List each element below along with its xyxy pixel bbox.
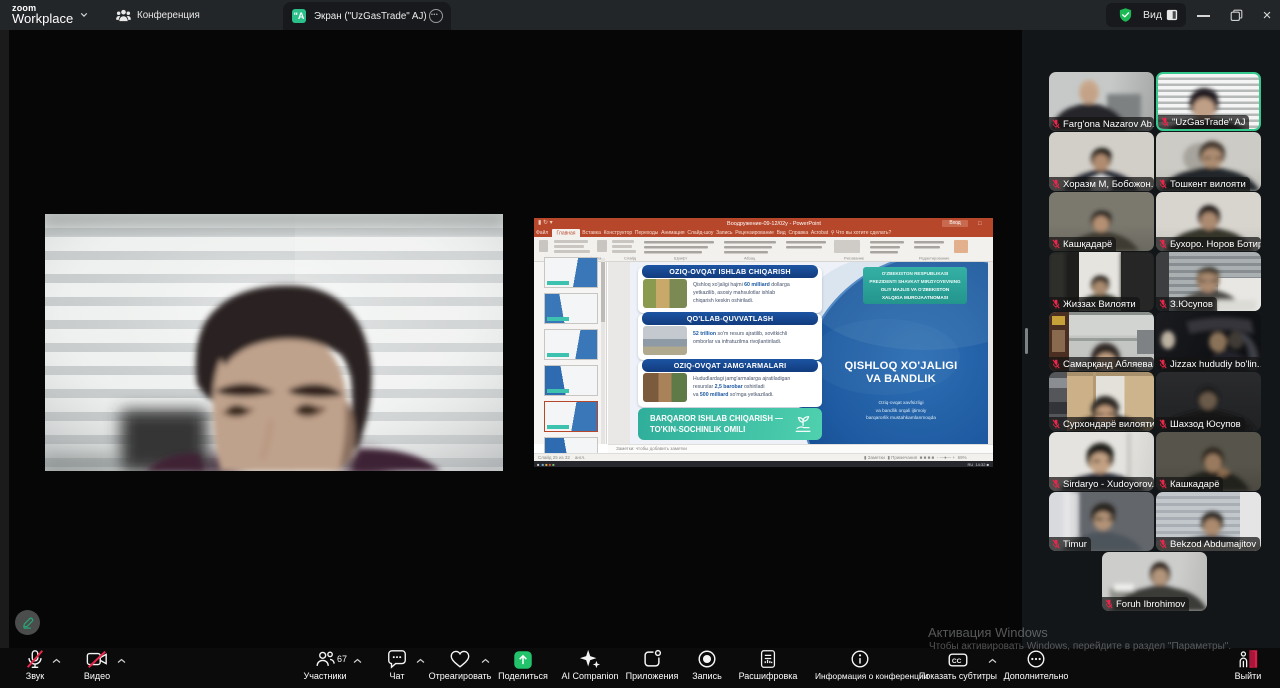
svg-text:Рисование: Рисование (844, 256, 865, 261)
svg-text:Абзац: Абзац (744, 256, 756, 261)
svg-text:CC: CC (952, 658, 962, 665)
svg-text:Редактирование: Редактирование (919, 256, 950, 261)
svg-text:Слайд: Слайд (624, 256, 637, 261)
svg-text:Шрифт: Шрифт (674, 256, 687, 261)
